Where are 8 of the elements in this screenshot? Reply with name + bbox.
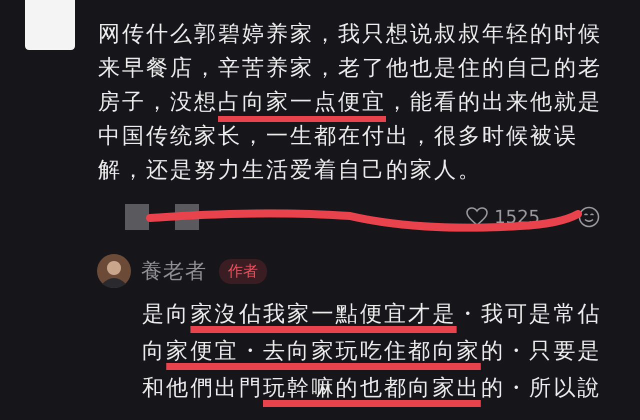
- smiley-icon[interactable]: [578, 206, 600, 228]
- reply-text: 是向家沒佔我家一點便宜才是・我可是常佔向家便宜・去向家玩吃住都向家的・只要是和他們出門玩幹嘛的也都向家出的・所以說: [142, 301, 603, 403]
- avatar-icon[interactable]: [97, 254, 131, 288]
- author-name[interactable]: 養老者: [141, 257, 207, 285]
- redaction-block: [125, 204, 149, 230]
- author-badge: 作者: [219, 258, 267, 284]
- comment-text: 网传什么郭碧婷养家，我只想说叔叔年轻的时候来早餐店，辛苦养家，老了他也是住的自己的老房子，没想占向家一点便宜，能看的出来他就是中国传统家长，一生都在付出，很多时候被误解，还是努力生活爱着自己的家人。: [98, 21, 603, 185]
- redaction-block: [25, 0, 75, 50]
